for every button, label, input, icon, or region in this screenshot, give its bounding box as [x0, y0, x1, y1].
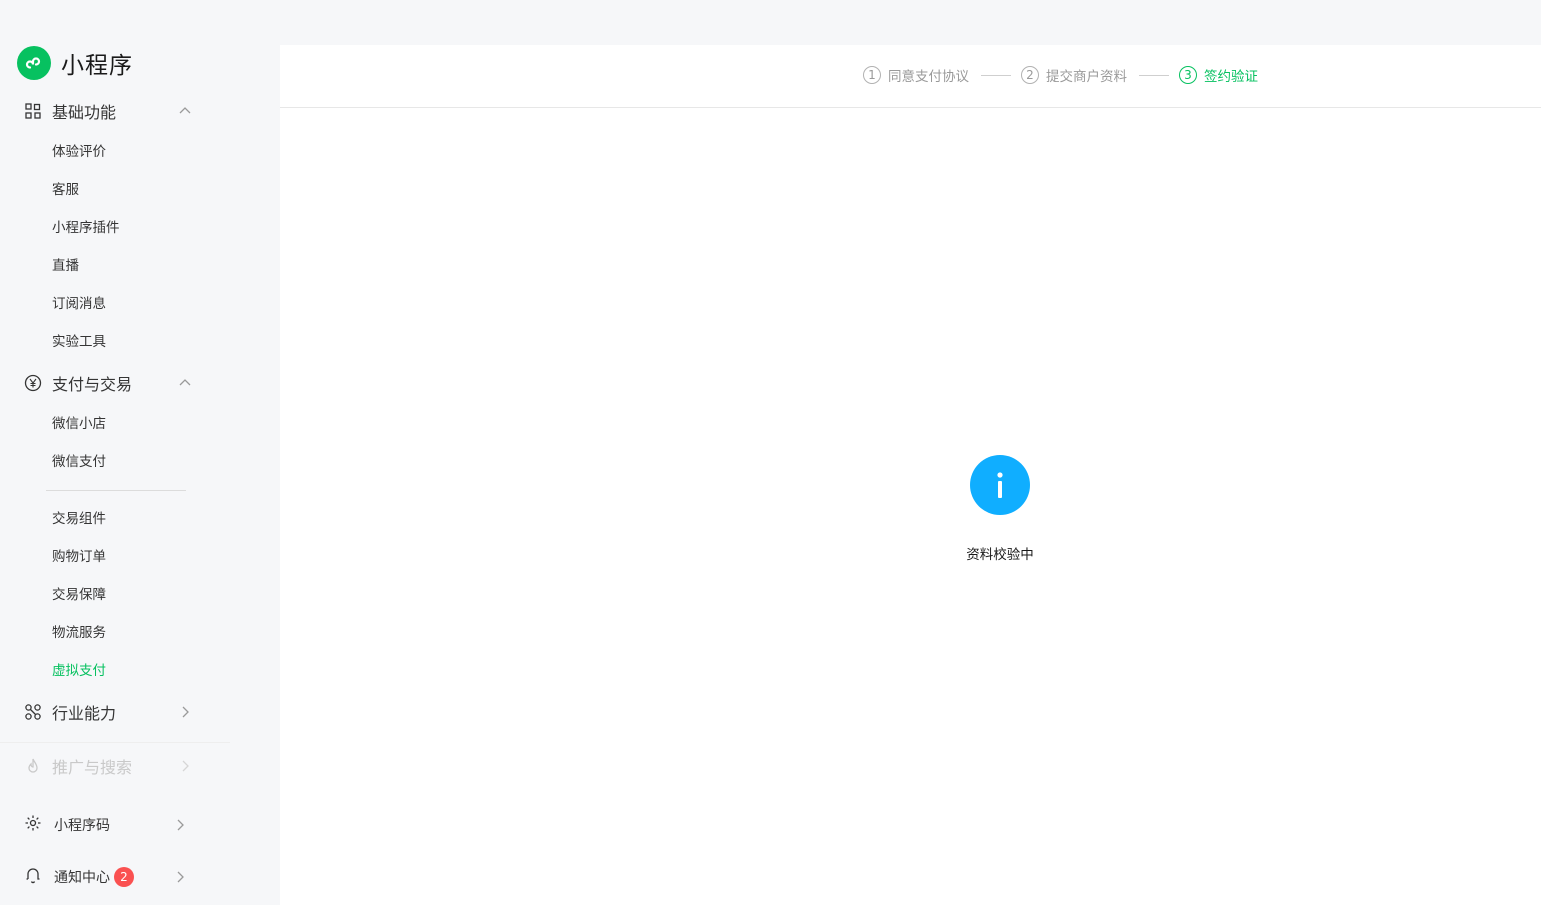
notification-badge: 2	[114, 867, 134, 887]
sidebar-item-trade-guarantee[interactable]: 交易保障	[52, 585, 106, 605]
sidebar-group-industry[interactable]: 行业能力	[24, 700, 194, 724]
yen-circle-icon	[24, 374, 42, 392]
step-number: 3	[1179, 66, 1197, 84]
sidebar-item-trade-component[interactable]: 交易组件	[52, 509, 106, 529]
sidebar-group-basic[interactable]: 基础功能	[24, 99, 194, 123]
brand[interactable]: 小程序	[17, 45, 133, 81]
sidebar-item-experience[interactable]: 体验评价	[52, 142, 106, 162]
sidebar-group-label: 支付与交易	[52, 375, 133, 394]
grid-icon	[24, 102, 42, 120]
chevron-right-icon	[171, 868, 189, 886]
step-1: 1 同意支付协议	[863, 65, 969, 85]
sidebar-item-logistics[interactable]: 物流服务	[52, 623, 106, 643]
main-panel: 1 同意支付协议 2 提交商户资料 3 签约验证 资料校验中	[280, 45, 1541, 905]
sidebar-item-orders[interactable]: 购物订单	[52, 547, 106, 567]
sidebar-group-label: 行业能力	[52, 704, 117, 723]
chevron-right-icon	[171, 816, 189, 834]
step-2: 2 提交商户资料	[1021, 65, 1127, 85]
step-3: 3 签约验证	[1179, 65, 1258, 85]
step-label: 同意支付协议	[888, 69, 969, 85]
sidebar-group-label: 推广与搜索	[52, 758, 133, 777]
sidebar-item-wechat-pay[interactable]: 微信支付	[52, 452, 106, 472]
sidebar-group-promotion[interactable]: 推广与搜索	[24, 754, 194, 778]
step-number: 2	[1021, 66, 1039, 84]
step-connector	[981, 75, 1011, 76]
flame-icon	[24, 757, 42, 775]
brand-name: 小程序	[61, 53, 133, 79]
sidebar-item-subscribe[interactable]: 订阅消息	[52, 294, 106, 314]
divider	[0, 742, 230, 743]
mini-program-logo-icon	[17, 46, 51, 80]
step-number: 1	[863, 66, 881, 84]
sidebar-item-label: 小程序码	[54, 818, 110, 834]
sidebar-item-wechat-shop[interactable]: 微信小店	[52, 414, 106, 434]
divider	[46, 490, 186, 491]
sidebar-item-virtual-pay[interactable]: 虚拟支付	[52, 661, 106, 681]
step-connector	[1139, 75, 1169, 76]
chevron-up-icon	[176, 102, 194, 120]
sidebar-item-notifications[interactable]: 通知中心 2	[24, 865, 189, 889]
status-text: 资料校验中	[966, 547, 1034, 563]
status-panel: 资料校验中	[940, 455, 1060, 563]
sidebar-item-plugins[interactable]: 小程序插件	[52, 218, 120, 238]
bell-icon	[24, 866, 42, 888]
sidebar: 小程序 基础功能 体验评价 客服 小程序插件 直播 订阅消息 实验工具 支付与交…	[0, 0, 280, 905]
nodes-icon	[24, 703, 42, 721]
sidebar-item-label: 通知中心	[54, 870, 110, 886]
sidebar-item-live[interactable]: 直播	[52, 256, 79, 276]
chevron-up-icon	[176, 374, 194, 392]
sidebar-group-payment[interactable]: 支付与交易	[24, 371, 194, 395]
chevron-right-icon	[176, 703, 194, 721]
sidebar-item-lab[interactable]: 实验工具	[52, 332, 106, 352]
chevron-right-icon	[176, 757, 194, 775]
sidebar-item-qrcode[interactable]: 小程序码	[24, 813, 189, 837]
step-indicator: 1 同意支付协议 2 提交商户资料 3 签约验证	[280, 45, 1541, 108]
sidebar-group-label: 基础功能	[52, 103, 117, 122]
sun-code-icon	[24, 814, 42, 836]
step-label: 提交商户资料	[1046, 69, 1127, 85]
step-label: 签约验证	[1204, 69, 1258, 85]
sidebar-item-service[interactable]: 客服	[52, 180, 79, 200]
info-icon	[970, 455, 1030, 515]
